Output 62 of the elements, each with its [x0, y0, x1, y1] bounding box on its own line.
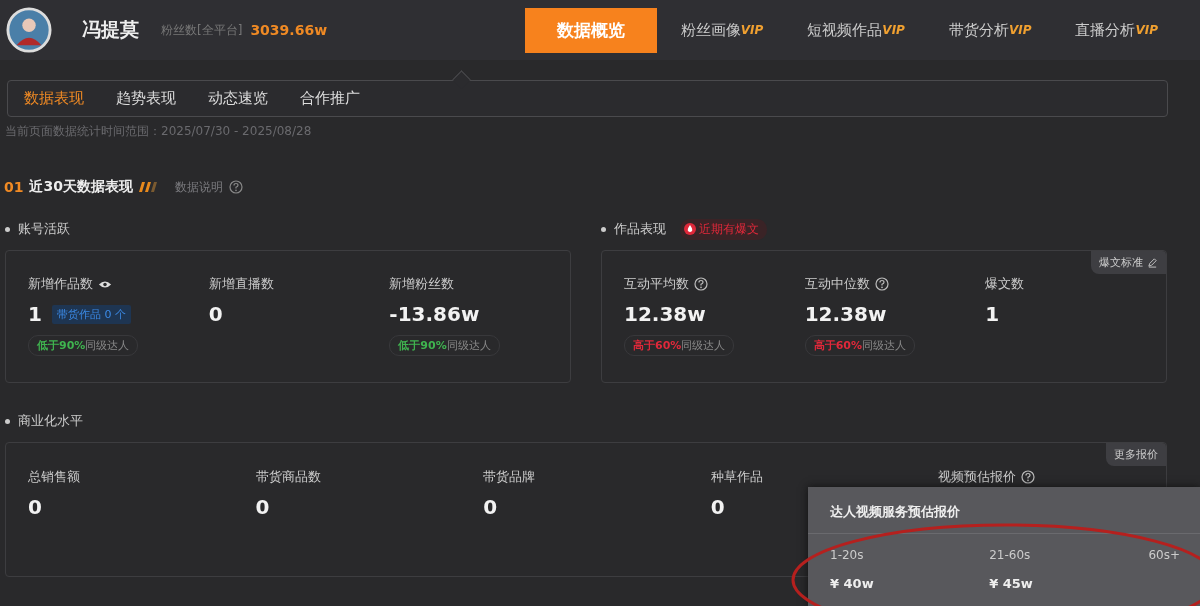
metric-label: 互动中位数 [804, 275, 870, 293]
stripes-icon [138, 182, 159, 192]
help-icon[interactable] [228, 180, 243, 194]
flame-icon [684, 223, 696, 235]
metric-label: 种草作品 [710, 468, 763, 486]
subtab[interactable]: 合作推广 [294, 89, 366, 108]
duration-label: 1-20s [830, 548, 865, 562]
metric-value: 1 [28, 302, 42, 326]
price-value: ¥ 45w [989, 576, 1033, 591]
subsection-title: 账号活跃 [18, 220, 70, 238]
nav-tab[interactable]: 粉丝画像VIP [658, 7, 786, 53]
comparison-badge: 低于90%同级达人 [389, 335, 500, 356]
comparison-badge: 低于90%同级达人 [28, 335, 139, 356]
metric-value: 0 [255, 495, 270, 519]
subsection-title: 作品表现 [614, 220, 666, 238]
duration-label: 60s+ [1148, 548, 1180, 562]
subsection-title: 商业化水平 [18, 412, 83, 430]
section-number: 01 [4, 179, 24, 195]
subtab[interactable]: 数据表现 [18, 89, 90, 108]
eye-icon[interactable] [98, 279, 112, 289]
metric-value: 12.38w [624, 302, 706, 326]
metric-value: 1 [985, 302, 1000, 326]
metric-label: 带货商品数 [255, 468, 321, 486]
hot-badge-text: 近期有爆文 [699, 220, 759, 238]
nav-tab[interactable]: 短视频作品VIP [785, 7, 927, 53]
avatar [6, 7, 52, 53]
pencil-icon [1147, 257, 1158, 268]
criteria-button[interactable]: 爆文标准 [1091, 251, 1166, 274]
comparison-badge: 高于60%同级达人 [804, 335, 915, 356]
fans-count: 3039.66w [250, 22, 328, 38]
date-range: 当前页面数据统计时间范围：2025/07/30 - 2025/08/28 [5, 123, 313, 140]
metric-value: 0 [483, 495, 498, 519]
metric-label: 带货品牌 [483, 468, 536, 486]
section-title: 近30天数据表现 [29, 178, 133, 196]
metric-value: 0 [28, 495, 42, 519]
help-icon[interactable] [1021, 470, 1036, 484]
more-quotes-button[interactable]: 更多报价 [1106, 443, 1166, 466]
subtab[interactable]: 趋势表现 [110, 89, 182, 108]
help-icon[interactable] [874, 277, 889, 291]
help-link[interactable]: 数据说明 [174, 178, 223, 196]
duration-label: 21-60s [989, 548, 1032, 562]
metric-value: 0 [710, 495, 725, 519]
metric-label: 爆文数 [985, 275, 1025, 293]
metric-label: 总销售额 [28, 468, 80, 486]
fans-label: 粉丝数[全平台] [161, 21, 243, 39]
metric-label: 互动平均数 [624, 275, 689, 293]
metric-label: 新增作品数 [28, 275, 93, 293]
price-value: ¥ 40w [830, 576, 874, 591]
subtab[interactable]: 动态速览 [202, 89, 274, 108]
comparison-badge: 高于60%同级达人 [624, 335, 735, 356]
metric-label: 新增直播数 [208, 275, 274, 293]
account-name: 冯提莫 [82, 17, 139, 42]
metric-value: 12.38w [804, 302, 887, 326]
popover-title: 达人视频服务预估报价 [808, 487, 1200, 534]
nav-tab[interactable]: 带货分析VIP [926, 7, 1054, 53]
info-tag: 带货作品 0 个 [51, 304, 131, 324]
metric-value: 0 [208, 302, 223, 326]
metric-value: -13.86w [389, 302, 480, 326]
nav-tab[interactable]: 直播分析VIP [1053, 7, 1180, 53]
help-icon[interactable] [694, 277, 708, 291]
metric-label: 新增粉丝数 [389, 275, 455, 293]
metric-label: 视频预估报价 [938, 468, 1017, 486]
